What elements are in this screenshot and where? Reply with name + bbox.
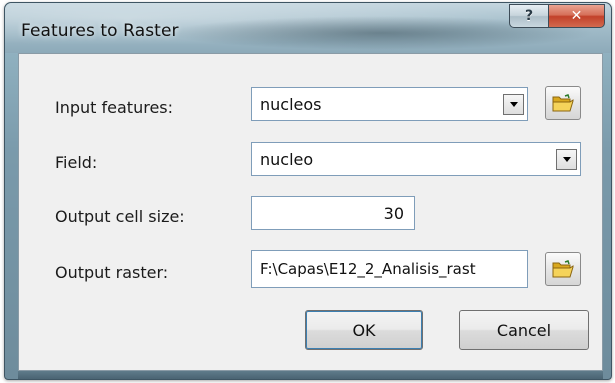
field-combo[interactable]: nucleo [251, 142, 581, 176]
output-cell-size-label: Output cell size: [55, 207, 185, 226]
title-bar[interactable]: Features to Raster ? ✕ [5, 3, 611, 53]
ok-button[interactable]: OK [305, 310, 423, 350]
output-raster-browse-button[interactable] [545, 252, 581, 286]
open-folder-icon [552, 94, 574, 112]
output-raster-value: F:\Capas\E12_2_Analisis_rast [260, 260, 476, 278]
chevron-down-icon [562, 156, 571, 162]
cancel-button[interactable]: Cancel [459, 310, 589, 350]
window-bottom-border [18, 371, 603, 379]
field-label: Field: [55, 153, 98, 172]
features-to-raster-dialog: Features to Raster ? ✕ Input features: n… [4, 2, 612, 380]
output-raster-label: Output raster: [55, 263, 169, 282]
chevron-down-icon [509, 101, 518, 107]
help-button[interactable]: ? [509, 4, 549, 28]
window-title: Features to Raster [21, 21, 179, 41]
output-cell-size-input[interactable]: 30 [251, 196, 415, 230]
output-raster-input[interactable]: F:\Capas\E12_2_Analisis_rast [251, 250, 528, 288]
output-cell-size-value: 30 [383, 203, 404, 223]
close-button[interactable]: ✕ [549, 4, 605, 28]
open-folder-icon [552, 260, 574, 278]
input-features-value: nucleos [260, 94, 322, 114]
field-dropdown-button[interactable] [556, 148, 577, 170]
input-features-combo[interactable]: nucleos [251, 87, 528, 121]
input-features-browse-button[interactable] [545, 86, 581, 120]
caption-buttons: ? ✕ [509, 4, 605, 28]
close-icon: ✕ [570, 8, 583, 24]
dialog-body: Input features: nucleos Field: nucleo Ou… [18, 53, 603, 371]
field-value: nucleo [260, 149, 314, 169]
input-features-label: Input features: [55, 98, 174, 117]
input-features-dropdown-button[interactable] [503, 93, 524, 115]
